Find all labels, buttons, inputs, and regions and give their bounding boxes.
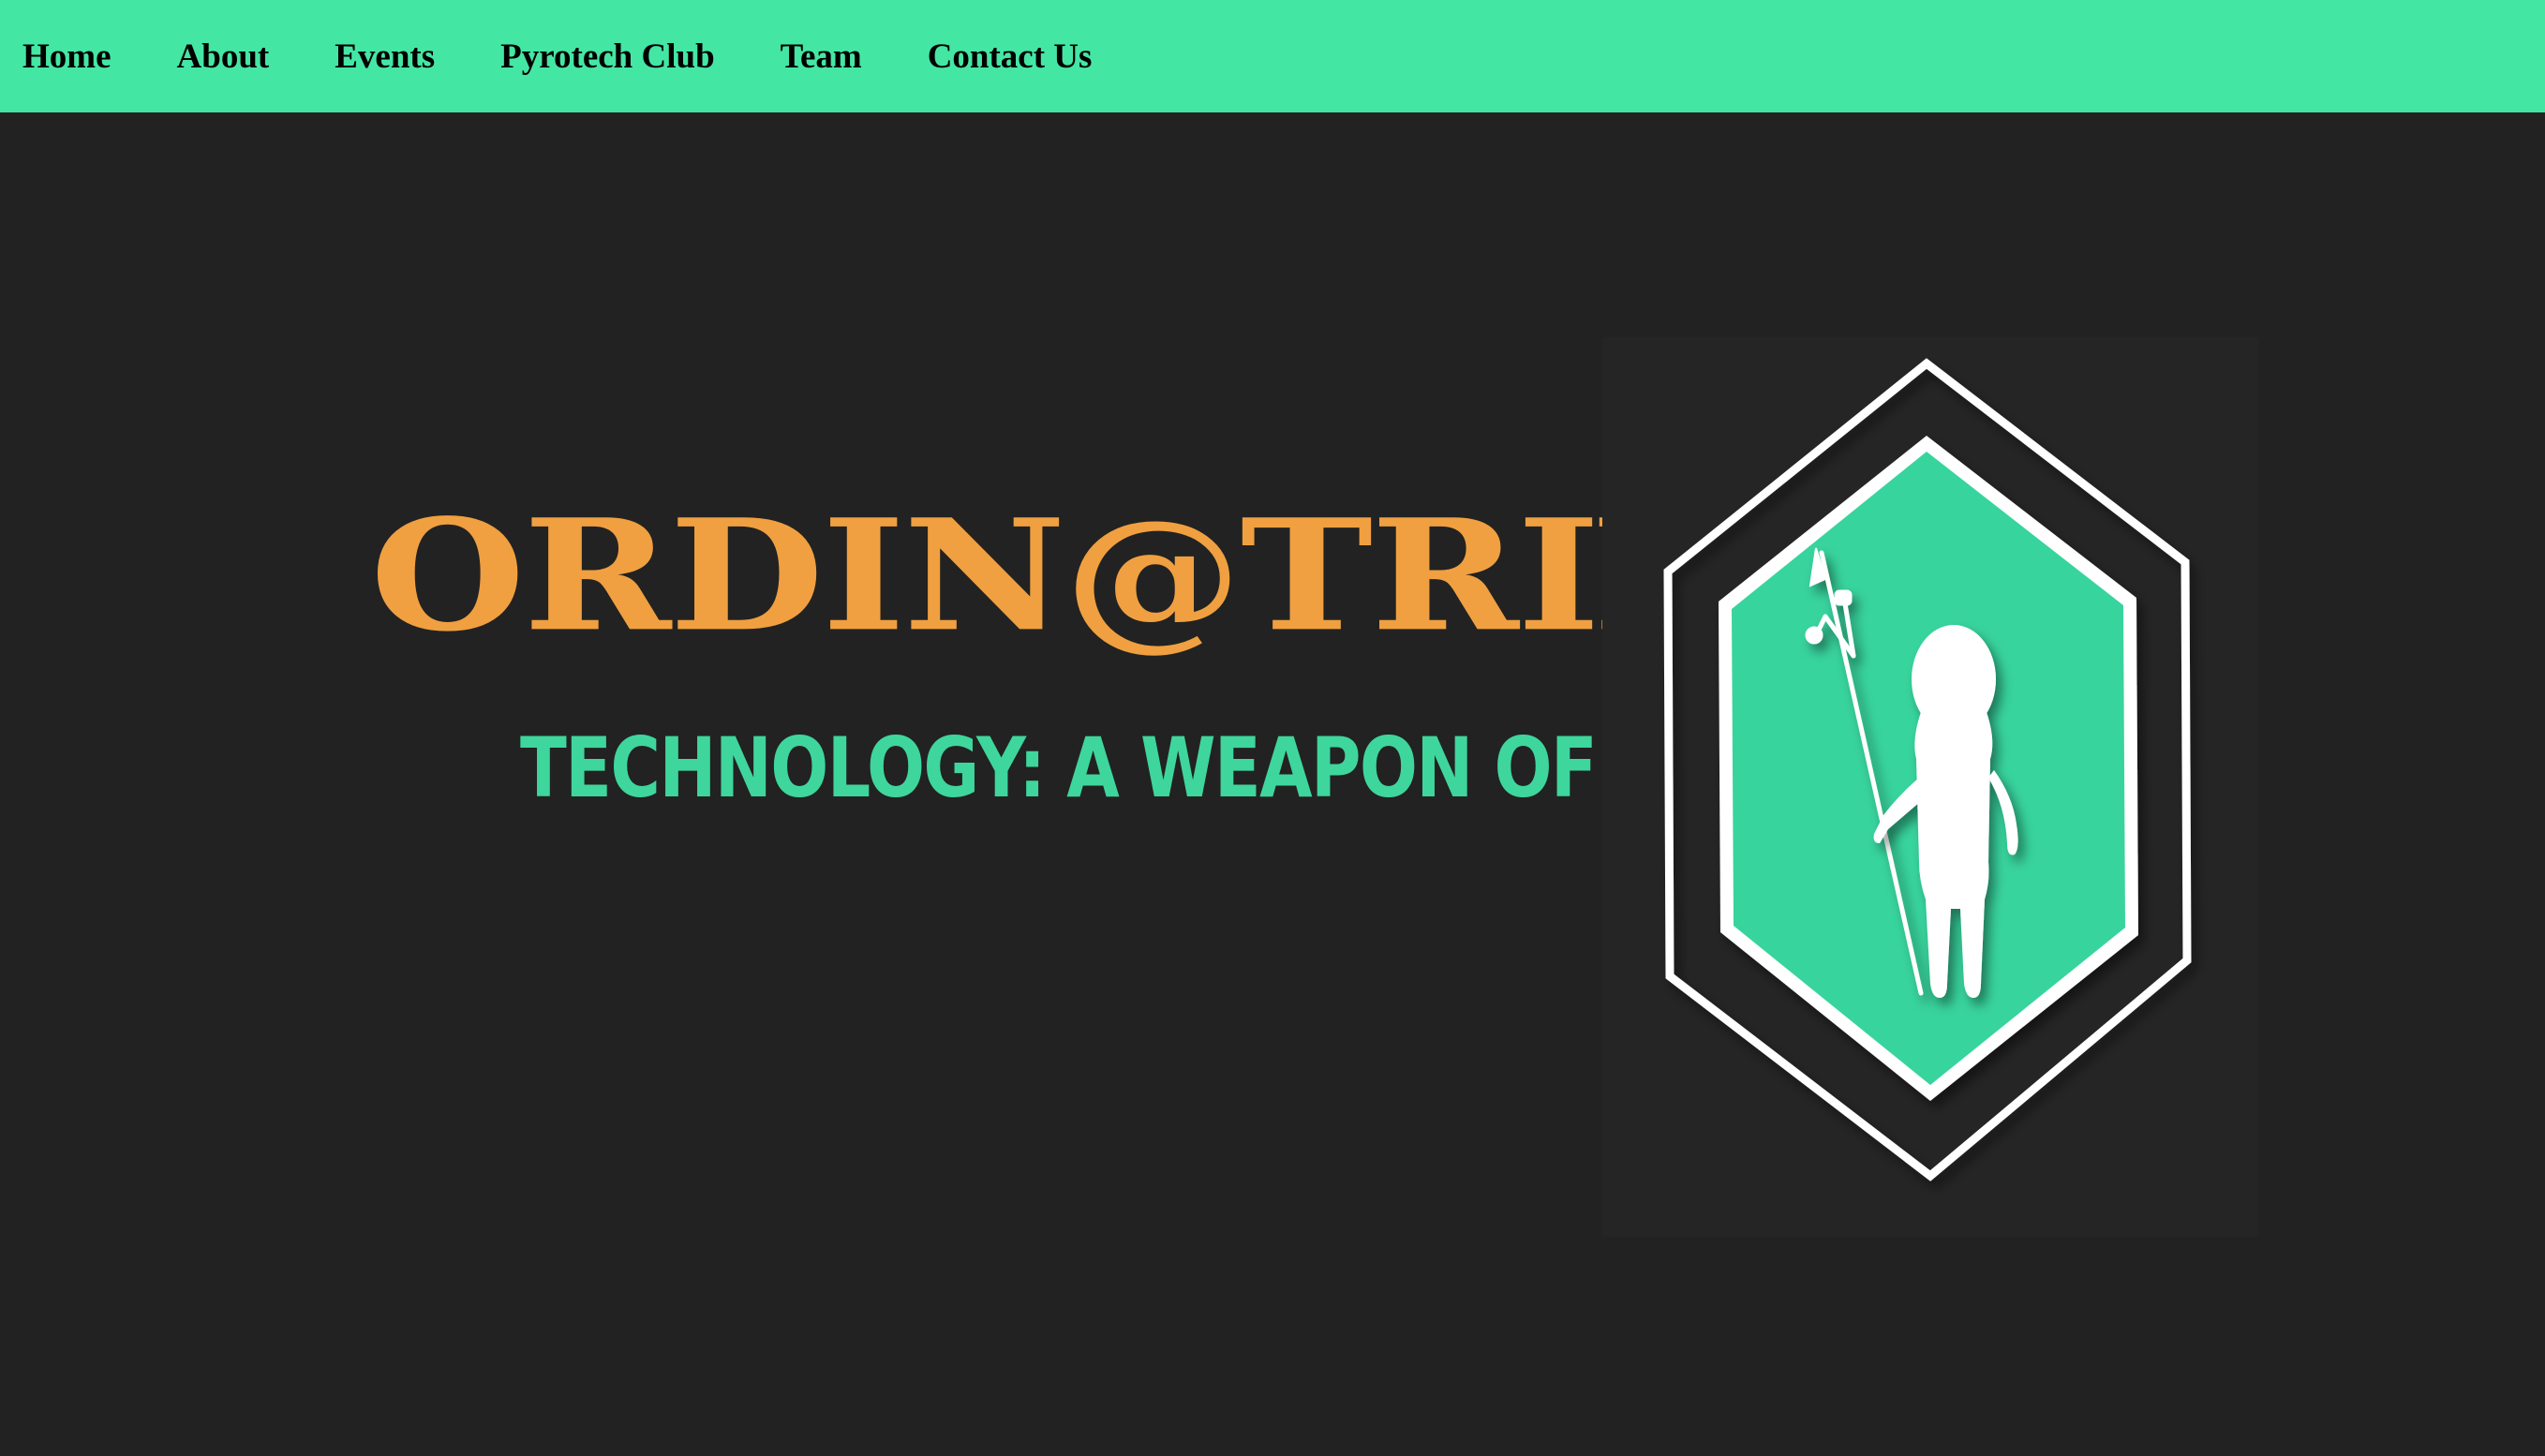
nav-link-home[interactable]: Home xyxy=(22,37,112,77)
nav-link-team[interactable]: Team xyxy=(781,37,862,77)
nav-link-about[interactable]: About xyxy=(177,37,270,77)
hero-title: ORDIN@TRIX xyxy=(370,485,1736,666)
top-navbar: Home About Events Pyrotech Club Team Con… xyxy=(0,0,2545,112)
nav-link-contact-us[interactable]: Contact Us xyxy=(928,37,1093,77)
nav-link-events[interactable]: Events xyxy=(335,37,435,77)
hexagon-trident-figure-icon xyxy=(1663,358,2192,1181)
nav-link-pyrotech-club[interactable]: Pyrotech Club xyxy=(500,37,715,77)
emblem-logo xyxy=(1602,337,2258,1237)
